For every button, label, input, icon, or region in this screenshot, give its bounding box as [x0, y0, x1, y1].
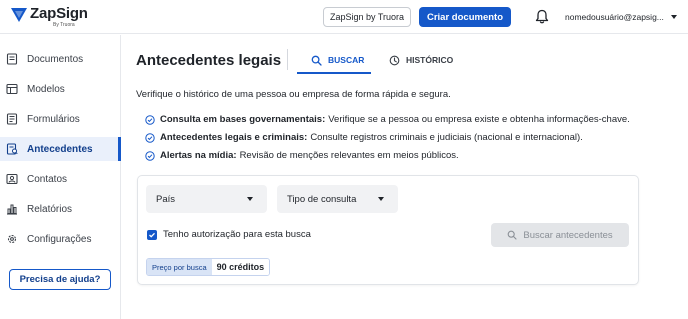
logo-subtitle: By Truora [53, 22, 75, 28]
create-document-button[interactable]: Criar documento [419, 7, 511, 27]
sidebar-item-label: Contatos [27, 173, 68, 185]
query-type-select[interactable]: Tipo de consulta [277, 185, 398, 213]
search-button-label: Buscar antecedentes [523, 229, 613, 241]
check-circle-icon [145, 132, 155, 143]
sidebar-item-relatorios[interactable]: Relatórios [0, 197, 121, 221]
sidebar-item-label: Formulários [27, 113, 80, 125]
form-icon [6, 113, 18, 125]
top-bar: ZapSign By Truora ZapSign by Truora Cria… [0, 0, 688, 34]
user-menu[interactable]: nomedousuário@zapsig... [565, 12, 664, 22]
title-divider [287, 49, 288, 70]
feature-item: Alertas na mídia: Revisão de menções rel… [145, 150, 459, 161]
check-circle-icon [145, 114, 155, 125]
bell-icon[interactable] [535, 9, 549, 24]
chevron-down-icon[interactable] [671, 15, 677, 19]
authorization-checkbox[interactable] [147, 229, 157, 240]
authorization-label: Tenho autorização para esta busca [163, 229, 311, 240]
caret-down-icon [247, 197, 253, 201]
price-value: 90 créditos [211, 259, 270, 275]
check-circle-icon [145, 150, 155, 161]
feature-description: Verifique se a pessoa ou empresa existe … [328, 114, 630, 125]
feature-item: Antecedentes legais e criminais: Consult… [145, 132, 583, 143]
sidebar-item-documentos[interactable]: Documentos [0, 47, 121, 71]
sidebar-item-label: Configurações [27, 233, 92, 245]
query-type-select-value: Tipo de consulta [287, 193, 357, 205]
contact-icon [6, 173, 18, 185]
history-icon [389, 55, 400, 65]
tab-label: BUSCAR [328, 55, 365, 65]
logo-name: ZapSign [30, 5, 88, 22]
search-icon [311, 55, 322, 66]
sidebar-item-antecedentes[interactable]: Antecedentes [0, 137, 121, 161]
sidebar-item-label: Antecedentes [27, 143, 93, 155]
sidebar-item-formularios[interactable]: Formulários [0, 107, 121, 131]
template-icon [6, 83, 18, 95]
sidebar-item-configuracoes[interactable]: Configurações [0, 227, 121, 251]
sidebar-item-contatos[interactable]: Contatos [0, 167, 121, 191]
tab-buscar[interactable]: BUSCAR [297, 47, 371, 74]
search-form-card: País Tipo de consulta Tenho autorização … [137, 175, 639, 285]
feature-description: Consulte registros criminais e judiciais… [310, 132, 583, 143]
sidebar-item-label: Relatórios [27, 203, 73, 215]
document-icon [6, 53, 18, 65]
search-background-button[interactable]: Buscar antecedentes [491, 223, 629, 247]
sidebar: Documentos Modelos Formulários Anteceden… [0, 35, 121, 319]
sidebar-item-label: Modelos [27, 83, 65, 95]
report-icon [7, 204, 17, 215]
authorization-row: Tenho autorização para esta busca [147, 229, 311, 240]
intro-text: Verifique o histórico de uma pessoa ou e… [136, 89, 451, 100]
zapsign-logo-icon [11, 8, 27, 22]
country-select[interactable]: País [146, 185, 267, 213]
country-select-value: País [156, 193, 176, 205]
feature-description: Revisão de menções relevantes em meios p… [239, 150, 459, 161]
zapsign-by-truora-button[interactable]: ZapSign by Truora [323, 7, 411, 27]
help-button[interactable]: Precisa de ajuda? [9, 269, 111, 290]
price-badge: Preço por busca 90 créditos [146, 258, 271, 276]
feature-item: Consulta em bases governamentais: Verifi… [145, 114, 630, 125]
gear-icon [7, 234, 17, 244]
background-check-icon [6, 143, 18, 155]
zapsign-logo[interactable]: ZapSign By Truora [11, 5, 88, 28]
feature-title: Consulta em bases governamentais: [160, 114, 326, 125]
caret-down-icon [378, 197, 384, 201]
page-title: Antecedentes legais [136, 52, 282, 69]
search-icon [508, 230, 517, 240]
tab-label: HISTÓRICO [406, 55, 454, 65]
feature-title: Alertas na mídia: [160, 150, 237, 161]
price-label: Preço por busca [147, 259, 212, 275]
tab-historico[interactable]: HISTÓRICO [389, 47, 453, 73]
feature-title: Antecedentes legais e criminais: [160, 132, 308, 143]
sidebar-item-label: Documentos [27, 53, 84, 65]
checkmark-icon [149, 232, 155, 238]
sidebar-item-modelos[interactable]: Modelos [0, 77, 121, 101]
